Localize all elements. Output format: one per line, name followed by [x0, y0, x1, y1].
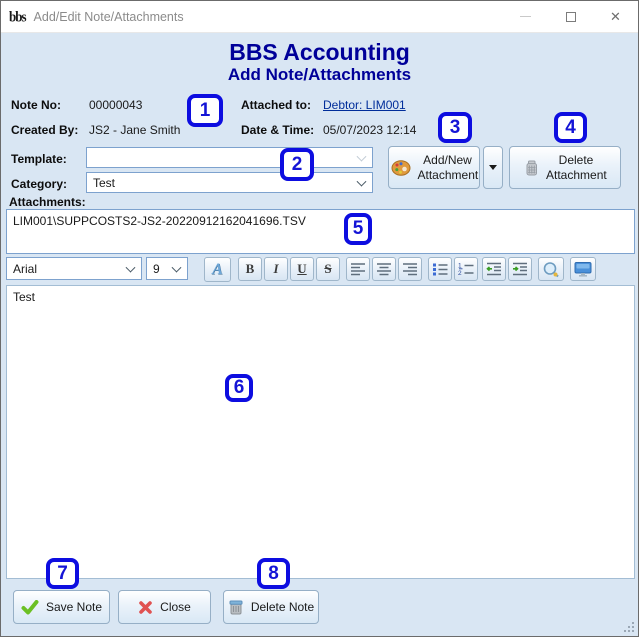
- align-right-icon: [403, 263, 417, 276]
- annotation-box-8: 8: [257, 558, 290, 589]
- outdent-button[interactable]: [482, 257, 506, 281]
- note-no-value: 00000043: [89, 98, 143, 112]
- numbered-list-icon: 12: [458, 263, 474, 276]
- window-controls: ✕: [503, 1, 638, 32]
- page-title: BBS Accounting: [229, 39, 410, 65]
- align-left-button[interactable]: [346, 257, 370, 281]
- palette-icon: [391, 159, 410, 176]
- delete-note-label: Delete Note: [250, 600, 315, 614]
- svg-text:2: 2: [458, 270, 462, 276]
- delete-note-button[interactable]: Delete Note: [223, 590, 319, 624]
- close-icon: ✕: [610, 9, 621, 24]
- note-text-content: Test: [13, 290, 36, 304]
- template-label: Template:: [11, 152, 67, 166]
- monitor-icon: [574, 261, 592, 277]
- maximize-button[interactable]: [548, 1, 593, 32]
- red-x-icon: [139, 600, 152, 614]
- attached-to-label: Attached to:: [241, 98, 311, 112]
- add-edit-note-dialog: bbs Add/Edit Note/Attachments ✕ BBS Acco…: [0, 0, 639, 637]
- chevron-down-icon: [125, 262, 136, 273]
- annotation-box-4: 4: [554, 112, 587, 143]
- indent-icon: [513, 262, 527, 276]
- annotation-box-1: 1: [187, 94, 223, 127]
- attachment-list-item[interactable]: LIM001\SUPPCOSTS2-JS2-20220912162041696.…: [7, 210, 634, 232]
- attachments-list[interactable]: LIM001\SUPPCOSTS2-JS2-20220912162041696.…: [6, 209, 635, 254]
- chevron-down-icon: [356, 176, 367, 187]
- close-button[interactable]: ✕: [593, 1, 638, 32]
- annotation-box-7: 7: [46, 558, 79, 589]
- zoom-button[interactable]: [538, 257, 564, 281]
- category-label: Category:: [11, 177, 68, 191]
- chevron-down-icon: [356, 151, 367, 162]
- font-name-dropdown[interactable]: Arial: [6, 257, 142, 280]
- resize-grip[interactable]: [624, 622, 634, 632]
- template-dropdown[interactable]: [86, 147, 373, 168]
- delete-attachment-button[interactable]: Delete Attachment: [509, 146, 621, 189]
- dropdown-arrow-icon: [489, 165, 497, 170]
- align-center-icon: [377, 263, 391, 276]
- chevron-down-icon: [171, 262, 182, 273]
- italic-icon: I: [273, 261, 279, 276]
- created-by-label: Created By:: [11, 123, 79, 137]
- save-note-button[interactable]: Save Note: [13, 590, 110, 624]
- add-attachment-dropdown-button[interactable]: [483, 146, 503, 189]
- align-left-icon: [351, 263, 365, 276]
- underline-icon: U: [297, 261, 307, 276]
- font-size-value: 9: [153, 261, 160, 276]
- numbered-list-button[interactable]: 12: [454, 257, 478, 281]
- trash-icon: [526, 160, 537, 175]
- font-name-value: Arial: [13, 261, 38, 276]
- app-logo-icon: bbs: [9, 7, 27, 25]
- add-new-attachment-label: Add/New Attachment: [417, 152, 479, 182]
- page-subtitle: Add Note/Attachments: [227, 65, 412, 84]
- font-color-icon: A: [212, 260, 223, 278]
- bold-icon: B: [245, 261, 255, 276]
- add-new-attachment-button[interactable]: Add/New Attachment: [388, 146, 480, 189]
- strikethrough-icon: S: [324, 261, 332, 276]
- note-no-label: Note No:: [11, 98, 61, 112]
- delete-attachment-label: Delete Attachment: [546, 152, 607, 182]
- bullet-list-icon: [433, 263, 448, 276]
- italic-button[interactable]: I: [264, 257, 288, 281]
- check-icon: [21, 599, 39, 614]
- align-center-button[interactable]: [372, 257, 396, 281]
- annotation-box-6: 6: [225, 374, 253, 402]
- font-size-dropdown[interactable]: 9: [146, 257, 188, 280]
- minimize-button[interactable]: [503, 1, 548, 32]
- close-dialog-button[interactable]: Close: [118, 590, 211, 624]
- datetime-value: 05/07/2023 12:14: [323, 123, 417, 137]
- note-text-editor[interactable]: Test: [6, 285, 635, 579]
- annotation-box-3: 3: [438, 112, 472, 143]
- save-note-label: Save Note: [45, 600, 103, 614]
- bold-button[interactable]: B: [238, 257, 262, 281]
- minimize-icon: [520, 16, 531, 17]
- created-by-value: JS2 - Jane Smith: [89, 123, 181, 137]
- align-right-button[interactable]: [398, 257, 422, 281]
- category-value: Test: [93, 175, 116, 190]
- datetime-label: Date & Time:: [241, 123, 315, 137]
- category-dropdown[interactable]: Test: [86, 172, 373, 193]
- window-title: Add/Edit Note/Attachments: [33, 9, 184, 24]
- attachments-label: Attachments:: [9, 195, 86, 209]
- magnifier-icon: [543, 261, 559, 277]
- annotation-box-2: 2: [280, 148, 314, 181]
- indent-button[interactable]: [508, 257, 532, 281]
- preview-monitor-button[interactable]: [570, 257, 596, 281]
- strikethrough-button[interactable]: S: [316, 257, 340, 281]
- attached-to-link[interactable]: Debtor: LIM001: [323, 98, 406, 112]
- bullet-list-button[interactable]: [428, 257, 452, 281]
- delete-note-icon: [229, 600, 243, 615]
- outdent-icon: [486, 262, 501, 276]
- font-color-button[interactable]: A: [204, 257, 231, 282]
- annotation-box-5: 5: [344, 213, 372, 245]
- maximize-icon: [565, 11, 576, 22]
- underline-button[interactable]: U: [290, 257, 314, 281]
- close-dialog-label: Close: [160, 600, 191, 614]
